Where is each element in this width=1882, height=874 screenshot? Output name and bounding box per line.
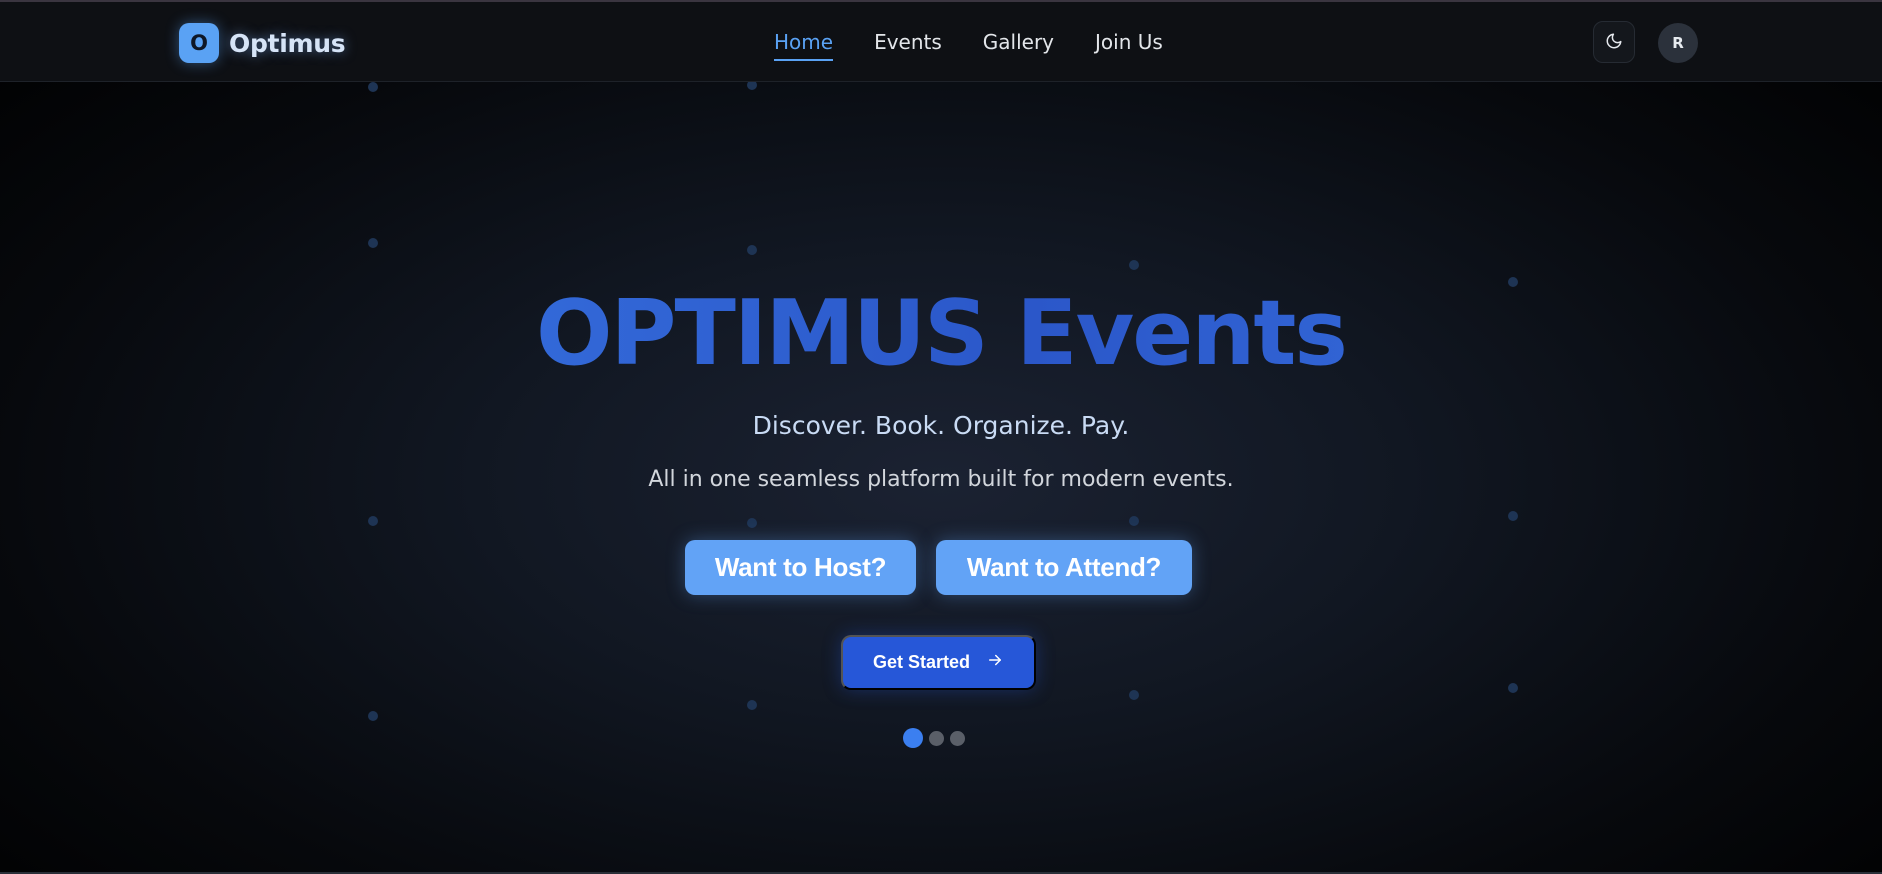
dot bbox=[1508, 683, 1518, 693]
dot bbox=[1129, 260, 1139, 270]
moon-icon bbox=[1605, 32, 1623, 53]
dot bbox=[368, 711, 378, 721]
logo-mark: O bbox=[179, 23, 219, 63]
brand-name: Optimus bbox=[229, 28, 346, 58]
main-nav: Home Events Gallery Join Us bbox=[774, 30, 1163, 61]
site-header: O Optimus Home Events Gallery Join Us R bbox=[0, 2, 1882, 82]
attend-button[interactable]: Want to Attend? bbox=[936, 540, 1192, 595]
carousel-dot-2[interactable] bbox=[929, 730, 944, 746]
get-started-label: Get Started bbox=[872, 652, 971, 672]
nav-item-join-us[interactable]: Join Us bbox=[1095, 30, 1163, 61]
user-avatar[interactable]: R bbox=[1658, 23, 1698, 63]
carousel-dot-1[interactable] bbox=[903, 728, 923, 748]
nav-item-gallery[interactable]: Gallery bbox=[983, 30, 1054, 61]
dot bbox=[1129, 516, 1139, 526]
dot bbox=[368, 516, 378, 526]
carousel-dot-3[interactable] bbox=[950, 730, 965, 746]
get-started-button[interactable]: Get Started bbox=[841, 635, 1036, 690]
brand-logo-link[interactable]: O Optimus bbox=[179, 23, 346, 63]
nav-item-home[interactable]: Home bbox=[774, 30, 834, 61]
dot bbox=[747, 700, 757, 710]
theme-toggle-button[interactable] bbox=[1593, 21, 1635, 63]
dot bbox=[1129, 690, 1139, 700]
carousel-indicators bbox=[903, 728, 965, 748]
dot bbox=[368, 82, 378, 92]
dot bbox=[747, 518, 757, 528]
dot bbox=[1508, 511, 1518, 521]
hero-tagline: Discover. Book. Organize. Pay. bbox=[752, 411, 1130, 440]
arrow-right-icon bbox=[986, 651, 1004, 674]
host-button[interactable]: Want to Host? bbox=[685, 540, 916, 595]
dot bbox=[368, 238, 378, 248]
dot bbox=[747, 245, 757, 255]
nav-item-events[interactable]: Events bbox=[874, 30, 942, 61]
hero-title: OPTIMUS Events bbox=[0, 282, 1882, 386]
landing-page: O Optimus Home Events Gallery Join Us R … bbox=[0, 0, 1882, 874]
hero-description: All in one seamless platform built for m… bbox=[648, 467, 1234, 492]
